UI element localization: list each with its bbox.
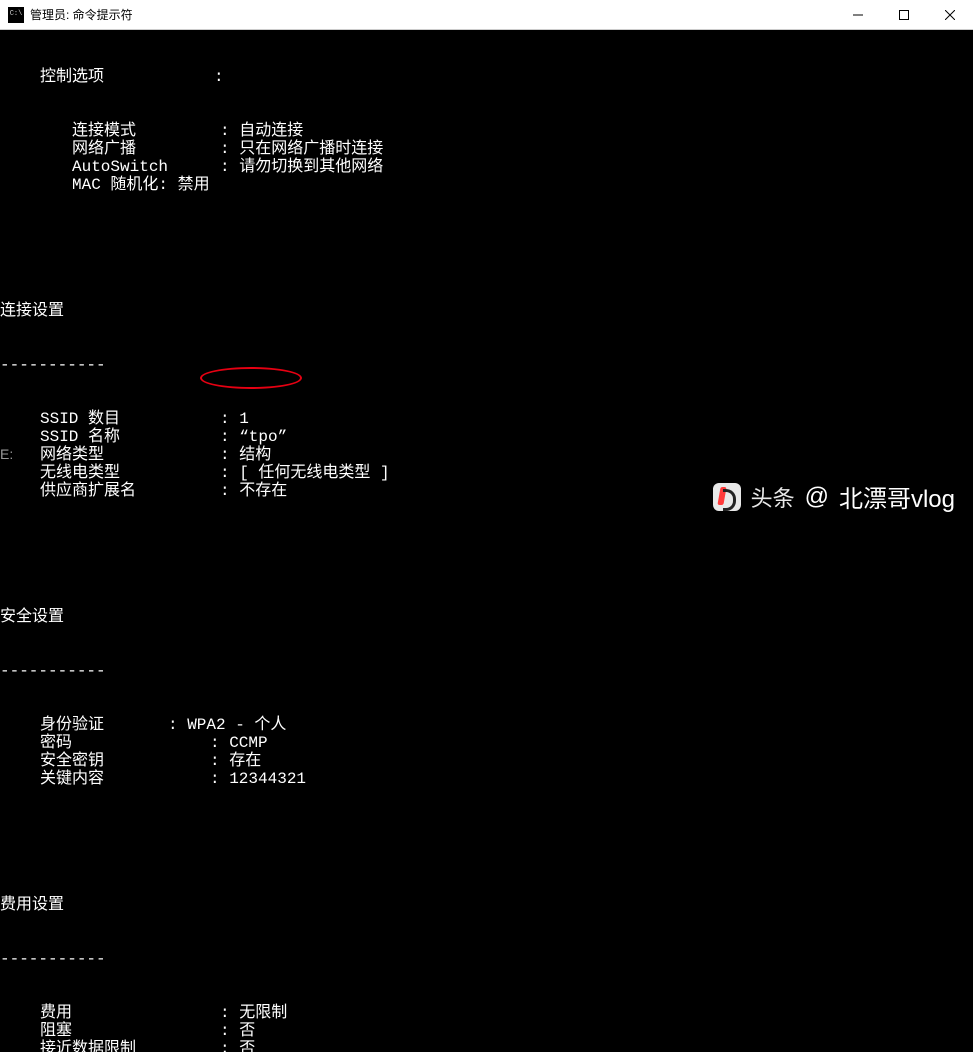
field-label: 网络类型 xyxy=(40,446,220,464)
field-label: 费用 xyxy=(40,1004,220,1022)
colon: : xyxy=(220,410,239,428)
output-row: 安全密钥: 存在 xyxy=(0,752,973,770)
minimize-button[interactable] xyxy=(835,0,881,29)
colon: : xyxy=(220,158,239,176)
output-row: 连接模式: 自动连接 xyxy=(0,122,973,140)
watermark: 头条 @ 北漂哥vlog xyxy=(713,479,955,514)
output-row: 密码: CCMP xyxy=(0,734,973,752)
cost-header: 费用设置 xyxy=(0,896,973,914)
output-row: MAC 随机化: 禁用 xyxy=(0,176,973,194)
colon: : xyxy=(220,1004,239,1022)
field-value: “tpo” xyxy=(239,428,287,446)
output-row: 网络类型: 结构 xyxy=(0,446,973,464)
control-header: 控制选项 xyxy=(40,68,104,86)
output-row: AutoSwitch: 请勿切换到其他网络 xyxy=(0,158,973,176)
colon: : xyxy=(168,716,187,734)
field-label: 网络广播 xyxy=(72,140,220,158)
connection-header: 连接设置 xyxy=(0,302,973,320)
field-value: 无限制 xyxy=(239,1004,287,1022)
field-value: 不存在 xyxy=(239,482,287,500)
field-label: 连接模式 xyxy=(72,122,220,140)
watermark-user: 北漂哥vlog xyxy=(839,479,955,514)
field-label: 安全密钥 xyxy=(40,752,210,770)
output-row: SSID 数目: 1 xyxy=(0,410,973,428)
window-title: 管理员: 命令提示符 xyxy=(30,6,835,23)
terminal-output: 控制选项: 连接模式: 自动连接网络广播: 只在网络广播时连接AutoSwitc… xyxy=(0,30,973,1052)
colon: : xyxy=(220,482,239,500)
field-label: 阻塞 xyxy=(40,1022,220,1040)
field-label: 关键内容 xyxy=(40,770,210,788)
field-label: 身份验证 xyxy=(40,716,168,734)
colon: : xyxy=(220,464,239,482)
field-value: 结构 xyxy=(239,446,271,464)
field-label: 密码 xyxy=(40,734,210,752)
divider: ----------- xyxy=(0,662,973,680)
divider: ----------- xyxy=(0,356,973,374)
field-value: 1 xyxy=(239,410,249,428)
colon: : xyxy=(210,770,229,788)
watermark-brand: 头条 xyxy=(751,481,795,513)
colon: : xyxy=(220,122,239,140)
field-label: 供应商扩展名 xyxy=(40,482,220,500)
output-row: SSID 名称: “tpo” xyxy=(0,428,973,446)
field-label: SSID 数目 xyxy=(40,410,220,428)
colon: : xyxy=(210,752,229,770)
cmd-icon xyxy=(8,7,24,23)
watermark-at: @ xyxy=(805,483,829,511)
field-label: 无线电类型 xyxy=(40,464,220,482)
output-row: 身份验证: WPA2 - 个人 xyxy=(0,716,973,734)
field-value: 请勿切换到其他网络 xyxy=(239,158,383,176)
field-value: 存在 xyxy=(229,752,261,770)
edge-text: E: xyxy=(0,446,13,462)
field-label: 接近数据限制 xyxy=(40,1040,220,1052)
field-label: MAC 随机化: 禁用 xyxy=(72,176,220,194)
field-value: 否 xyxy=(239,1022,255,1040)
window-controls xyxy=(835,0,973,29)
field-value: WPA2 - 个人 xyxy=(187,716,286,734)
output-row: 费用: 无限制 xyxy=(0,1004,973,1022)
security-header: 安全设置 xyxy=(0,608,973,626)
colon: : xyxy=(220,1022,239,1040)
field-value: [ 任何无线电类型 ] xyxy=(239,464,389,482)
field-value: 自动连接 xyxy=(239,122,303,140)
output-row: 关键内容: 12344321 xyxy=(0,770,973,788)
colon: : xyxy=(220,140,239,158)
field-label: SSID 名称 xyxy=(40,428,220,446)
close-button[interactable] xyxy=(927,0,973,29)
output-row: 接近数据限制: 否 xyxy=(0,1040,973,1052)
field-value: 只在网络广播时连接 xyxy=(239,140,383,158)
colon: : xyxy=(220,446,239,464)
field-label: AutoSwitch xyxy=(72,158,220,176)
divider: ----------- xyxy=(0,950,973,968)
colon: : xyxy=(220,1040,239,1052)
maximize-button[interactable] xyxy=(881,0,927,29)
field-value: CCMP xyxy=(229,734,267,752)
toutiao-logo-icon xyxy=(713,483,741,511)
colon: : xyxy=(220,428,239,446)
output-row: 网络广播: 只在网络广播时连接 xyxy=(0,140,973,158)
field-value: 12344321 xyxy=(229,770,306,788)
field-value: 否 xyxy=(239,1040,255,1052)
output-row: 阻塞: 否 xyxy=(0,1022,973,1040)
titlebar: 管理员: 命令提示符 xyxy=(0,0,973,30)
colon: : xyxy=(210,734,229,752)
